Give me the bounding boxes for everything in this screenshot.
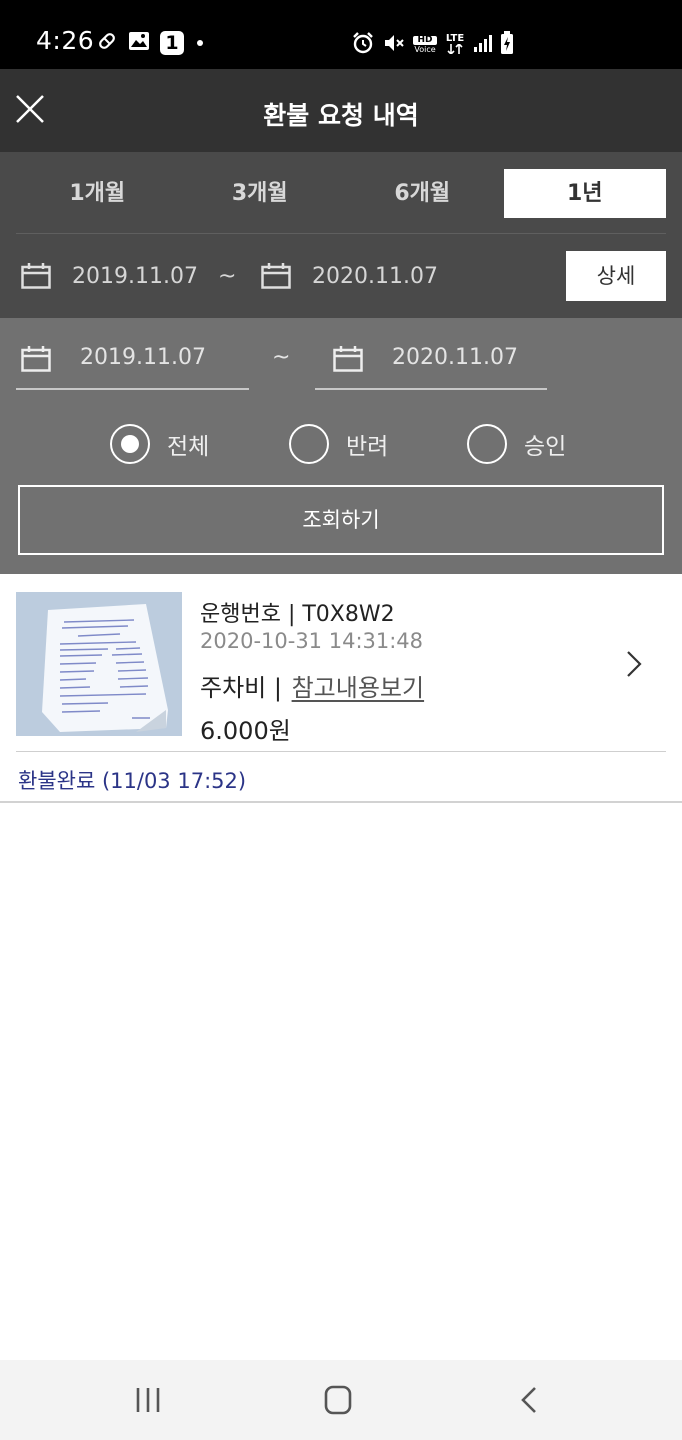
- image-icon: [128, 30, 150, 56]
- radio-all[interactable]: 전체: [110, 422, 209, 466]
- calendar-icon: [21, 263, 51, 289]
- range-summary: 2019.11.07 ~ 2020.11.07 상세: [0, 251, 682, 306]
- home-button[interactable]: [313, 1380, 363, 1420]
- home-icon: [324, 1385, 352, 1415]
- radio-all-label: 전체: [167, 434, 210, 460]
- pill-icon: [96, 30, 118, 56]
- page-title: 환불 요청 내역: [263, 101, 419, 130]
- lte-icon: LTE: [444, 32, 466, 57]
- status-right-icons: HD Voice LTE: [351, 31, 514, 59]
- refund-amount: 6.000원: [200, 717, 291, 745]
- app-header: 환불 요청 내역: [0, 69, 682, 152]
- badge-1-icon: 1: [160, 31, 184, 55]
- calendar-icon: [333, 346, 363, 372]
- filter-panel: 1개월 3개월 6개월 1년 2019.11.07 ~ 2020.11.07 상…: [0, 152, 682, 318]
- status-radio-group: 전체 반려 승인: [0, 422, 682, 466]
- mute-icon: [382, 31, 406, 59]
- radio-rejected[interactable]: 반려: [289, 422, 388, 466]
- radio-unchecked-icon: [289, 424, 329, 464]
- recent-apps-button[interactable]: [123, 1380, 173, 1420]
- battery-icon: [500, 31, 514, 59]
- radio-rejected-label: 반려: [346, 434, 389, 460]
- tab-1-month[interactable]: 1개월: [16, 169, 179, 218]
- system-nav-bar: [0, 1360, 682, 1440]
- tab-1-year[interactable]: 1년: [503, 169, 666, 218]
- calendar-icon: [261, 263, 291, 289]
- end-date-value: 2020.11.07: [392, 345, 518, 370]
- radio-approved[interactable]: 승인: [467, 422, 566, 466]
- result-list: 운행번호 | T0X8W2 2020-10-31 14:31:48 주차비 | …: [0, 574, 682, 803]
- receipt-thumbnail[interactable]: [16, 592, 182, 736]
- chevron-right-icon[interactable]: [620, 648, 646, 680]
- radio-checked-icon: [110, 424, 150, 464]
- status-left-icons: 1: [96, 30, 206, 56]
- radio-approved-label: 승인: [524, 434, 567, 460]
- trip-number: 운행번호 | T0X8W2: [200, 602, 395, 627]
- hd-label: HD: [413, 36, 437, 45]
- tab-3-months[interactable]: 3개월: [179, 169, 342, 218]
- range-start-date: 2019.11.07: [72, 264, 198, 289]
- list-item[interactable]: 운행번호 | T0X8W2 2020-10-31 14:31:48 주차비 | …: [0, 574, 682, 803]
- radio-unchecked-icon: [467, 424, 507, 464]
- calendar-icon: [21, 346, 51, 372]
- period-tabs: 1개월 3개월 6개월 1년: [16, 169, 666, 218]
- range-end-date: 2020.11.07: [312, 264, 438, 289]
- tab-6-months[interactable]: 6개월: [341, 169, 504, 218]
- recent-apps-icon: [136, 1388, 160, 1412]
- filter-divider: [16, 233, 666, 234]
- search-button[interactable]: 조회하기: [18, 485, 664, 555]
- detail-button[interactable]: 상세: [566, 251, 666, 301]
- date-separator: ~: [272, 345, 291, 370]
- status-time: 4:26: [36, 26, 95, 55]
- reference-link[interactable]: 참고내용보기: [292, 674, 424, 702]
- refund-status: 환불완료 (11/03 17:52): [18, 769, 247, 793]
- lte-label: LTE: [445, 32, 465, 44]
- status-bar: 4:26 1 HD Voice LTE: [0, 0, 682, 69]
- back-button[interactable]: [504, 1380, 554, 1420]
- signal-icon: [473, 33, 493, 57]
- request-datetime: 2020-10-31 14:31:48: [200, 629, 424, 653]
- fee-type: 주차비 |: [200, 674, 290, 702]
- back-icon: [521, 1387, 536, 1413]
- dot-icon: [194, 34, 206, 53]
- fee-row: 주차비 | 참고내용보기: [200, 668, 424, 703]
- end-date-field[interactable]: 2020.11.07: [315, 318, 547, 390]
- hd-voice-icon: HD Voice: [413, 36, 437, 54]
- start-date-field[interactable]: 2019.11.07: [16, 318, 249, 390]
- search-panel: 2019.11.07 ~ 2020.11.07 전체 반려 승인 조회하기: [0, 318, 682, 574]
- start-date-value: 2019.11.07: [80, 345, 206, 370]
- voice-label: Voice: [414, 45, 436, 54]
- alarm-icon: [351, 31, 375, 59]
- range-separator: ~: [218, 264, 237, 289]
- item-divider: [16, 751, 666, 752]
